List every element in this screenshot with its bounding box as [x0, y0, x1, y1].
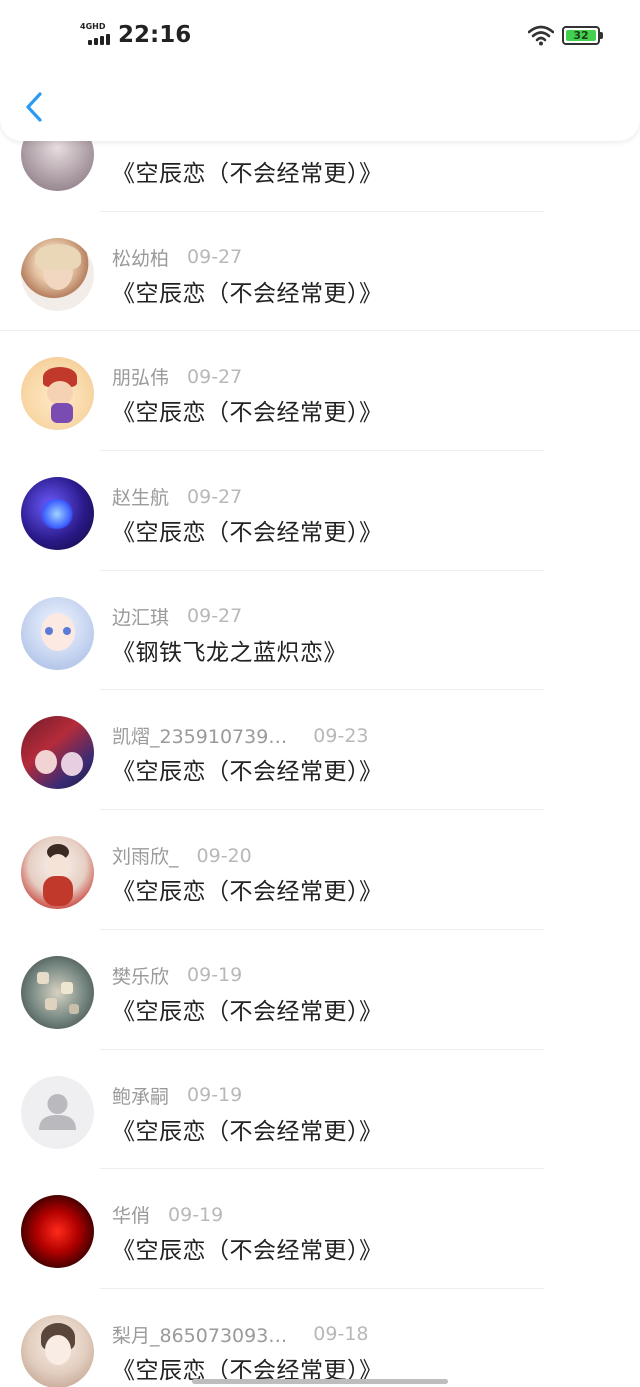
date-label: 09-19 — [168, 1203, 224, 1226]
list-item[interactable]: 樊乐欣 09-19 《空辰恋（不会经常更）》 — [0, 930, 640, 1050]
avatar[interactable] — [21, 1075, 94, 1149]
date-label: 09-19 — [187, 1084, 243, 1106]
date-label: 09-20 — [196, 844, 252, 867]
user-name[interactable]: 樊乐欣 — [112, 962, 169, 989]
list-item[interactable]: 赵生航 09-27 《空辰恋（不会经常更）》 — [0, 451, 640, 571]
list-item[interactable]: 华俏 09-19 《空辰恋（不会经常更）》 — [0, 1169, 640, 1289]
user-name[interactable]: 朋弘伟 — [112, 363, 169, 390]
wifi-icon — [528, 25, 554, 46]
user-name[interactable]: 梨月_865073093… — [112, 1321, 287, 1348]
list-item[interactable]: 鲍承嗣 09-19 《空辰恋（不会经常更）》 — [0, 1050, 640, 1170]
work-title[interactable]: 《空辰恋（不会经常更）》 — [112, 154, 383, 188]
avatar[interactable] — [21, 1195, 94, 1269]
user-name[interactable]: 赵生航 — [112, 483, 169, 510]
date-label: 09-18 — [313, 1323, 369, 1346]
top-bar: 4GHD 22:16 32 — [0, 0, 640, 141]
date-label: 09-27 — [187, 365, 243, 388]
list-item[interactable]: 朋弘伟 09-27 《空辰恋（不会经常更）》 — [0, 331, 640, 452]
date-label: 09-27 — [187, 246, 243, 269]
user-name[interactable]: 松幼柏 — [112, 244, 169, 271]
cellular-signal-icon: 4GHD — [80, 22, 114, 46]
avatar[interactable] — [21, 716, 94, 790]
work-title[interactable]: 《空辰恋（不会经常更）》 — [112, 872, 383, 906]
list-item[interactable]: 边汇琪 09-27 《钢铁飞龙之蓝炽恋》 — [0, 571, 640, 691]
battery-icon: 32 — [562, 26, 603, 45]
network-type: 4GHD — [80, 22, 106, 31]
avatar[interactable] — [21, 237, 94, 311]
user-name[interactable]: 凯熠_235910739… — [112, 722, 287, 749]
battery-level: 32 — [566, 30, 596, 41]
work-title[interactable]: 《空辰恋（不会经常更）》 — [112, 513, 383, 547]
user-name[interactable]: 鲍承嗣 — [112, 1082, 169, 1109]
list-item[interactable]: 凯熠_235910739… 09-23 《空辰恋（不会经常更）》 — [0, 690, 640, 811]
date-label: 09-19 — [187, 964, 243, 987]
user-name[interactable]: 刘雨欣_ — [112, 842, 179, 869]
avatar[interactable] — [21, 836, 94, 910]
work-title[interactable]: 《空辰恋（不会经常更）》 — [112, 752, 383, 786]
date-label: 09-23 — [313, 724, 369, 747]
avatar[interactable] — [21, 596, 94, 670]
screen: 《空辰恋（不会经常更）》 松幼柏 09-27 《空辰恋（不会经常更）》 朋弘伟 — [0, 0, 640, 1387]
user-name[interactable]: 边汇琪 — [112, 603, 169, 630]
date-label: 09-27 — [187, 485, 243, 508]
work-title[interactable]: 《钢铁飞龙之蓝炽恋》 — [112, 633, 347, 667]
avatar[interactable] — [21, 1314, 94, 1387]
default-avatar-icon — [39, 1093, 76, 1130]
avatar[interactable] — [21, 955, 94, 1029]
home-indicator[interactable] — [192, 1379, 448, 1384]
avatar[interactable] — [21, 477, 94, 551]
avatar[interactable] — [21, 357, 94, 431]
work-title[interactable]: 《空辰恋（不会经常更）》 — [112, 393, 383, 427]
work-title[interactable]: 《空辰恋（不会经常更）》 — [112, 992, 383, 1026]
work-title[interactable]: 《空辰恋（不会经常更）》 — [112, 1231, 383, 1265]
work-title[interactable]: 《空辰恋（不会经常更）》 — [112, 274, 383, 308]
chevron-left-icon[interactable] — [22, 90, 46, 124]
status-time: 22:16 — [118, 22, 192, 48]
work-title[interactable]: 《空辰恋（不会经常更）》 — [112, 1112, 383, 1146]
list-item[interactable]: 梨月_865073093… 09-18 《空辰恋（不会经常更）》 — [0, 1289, 640, 1387]
date-label: 09-27 — [187, 605, 243, 628]
list-item[interactable]: 松幼柏 09-27 《空辰恋（不会经常更）》 — [0, 212, 640, 332]
user-name[interactable]: 华俏 — [112, 1201, 150, 1228]
comment-list: 《空辰恋（不会经常更）》 松幼柏 09-27 《空辰恋（不会经常更）》 朋弘伟 — [0, 92, 640, 1387]
list-item[interactable]: 刘雨欣_ 09-20 《空辰恋（不会经常更）》 — [0, 810, 640, 930]
